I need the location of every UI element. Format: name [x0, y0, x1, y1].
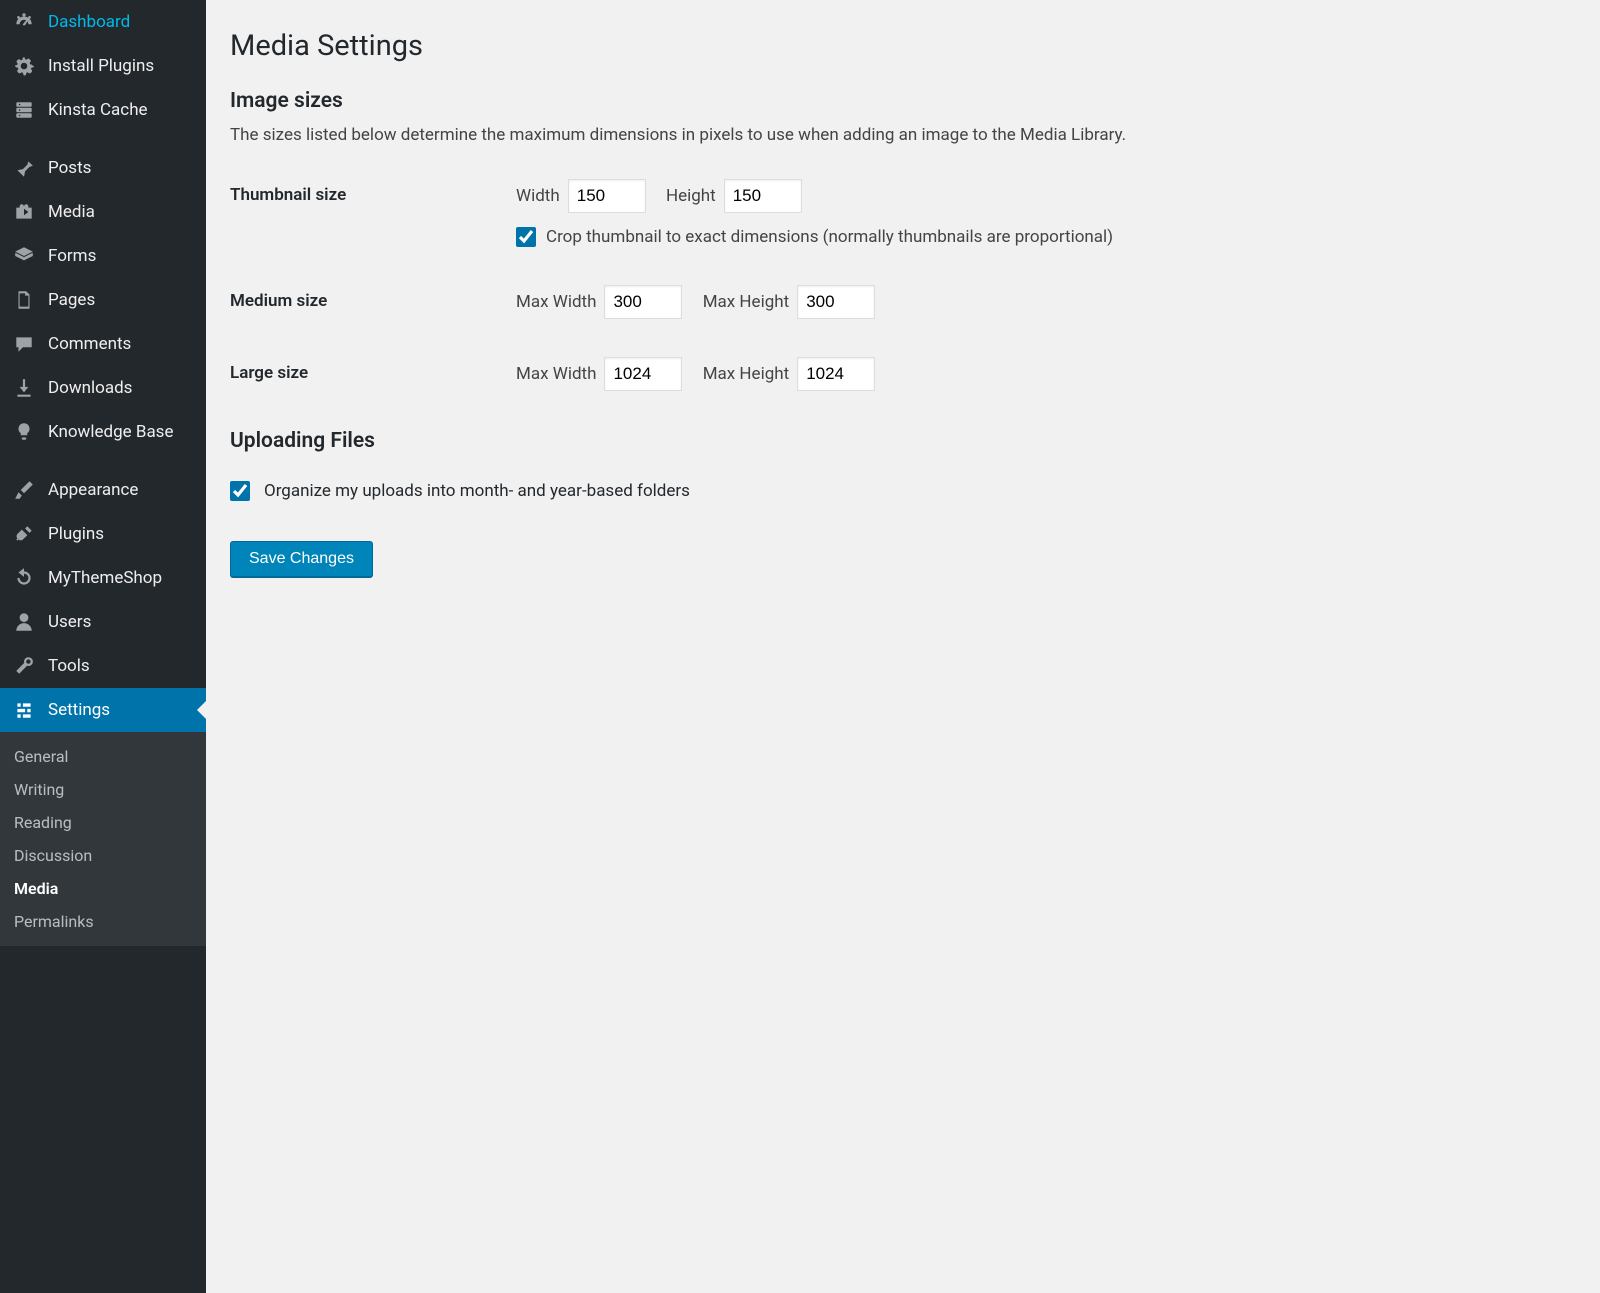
submenu-item-general[interactable]: General [0, 740, 206, 773]
sidebar-item-label: Tools [48, 656, 90, 676]
sidebar-item-label: Settings [48, 700, 110, 720]
sidebar-item-comments[interactable]: Comments [0, 322, 206, 366]
sidebar-item-media[interactable]: Media [0, 190, 206, 234]
large-label: Large size [230, 357, 516, 383]
sidebar-item-tools[interactable]: Tools [0, 644, 206, 688]
user-icon [12, 610, 36, 634]
uploading-heading: Uploading Files [230, 429, 1576, 453]
sidebar-item-forms[interactable]: Forms [0, 234, 206, 278]
wrench-icon [12, 654, 36, 678]
sidebar-item-label: Comments [48, 334, 131, 354]
sidebar-item-label: Posts [48, 158, 91, 178]
submenu-item-media[interactable]: Media [0, 872, 206, 905]
sidebar-item-label: Users [48, 612, 91, 632]
image-sizes-heading: Image sizes [230, 89, 1576, 113]
thumbnail-size-row: Thumbnail size Width Height Crop thumbna… [230, 179, 1576, 247]
dashboard-icon [12, 10, 36, 34]
sidebar-item-mythemeshop[interactable]: MyThemeShop [0, 556, 206, 600]
sidebar-item-label: Knowledge Base [48, 422, 173, 442]
thumbnail-crop-label[interactable]: Crop thumbnail to exact dimensions (norm… [546, 227, 1113, 247]
sidebar-item-label: Forms [48, 246, 96, 266]
submenu-item-discussion[interactable]: Discussion [0, 839, 206, 872]
medium-label: Medium size [230, 285, 516, 311]
media-icon [12, 200, 36, 224]
main-content: Media Settings Image sizes The sizes lis… [206, 0, 1600, 1293]
settings-submenu: GeneralWritingReadingDiscussionMediaPerm… [0, 732, 206, 946]
gear-icon [12, 54, 36, 78]
sidebar-item-label: MyThemeShop [48, 568, 162, 588]
submenu-item-reading[interactable]: Reading [0, 806, 206, 839]
refresh-icon [12, 566, 36, 590]
medium-maxheight-label: Max Height [703, 292, 790, 312]
thumbnail-crop-checkbox[interactable] [516, 227, 536, 247]
medium-maxheight-input[interactable] [797, 285, 875, 319]
sidebar-item-install-plugins[interactable]: Install Plugins [0, 44, 206, 88]
comment-icon [12, 332, 36, 356]
sidebar-item-label: Kinsta Cache [48, 100, 148, 120]
settings-icon [12, 698, 36, 722]
thumbnail-height-input[interactable] [724, 179, 802, 213]
thumbnail-width-input[interactable] [568, 179, 646, 213]
plug-icon [12, 522, 36, 546]
download-icon [12, 376, 36, 400]
medium-maxwidth-label: Max Width [516, 292, 596, 312]
sidebar-item-downloads[interactable]: Downloads [0, 366, 206, 410]
organize-uploads-label[interactable]: Organize my uploads into month- and year… [264, 481, 690, 501]
sidebar-item-label: Plugins [48, 524, 104, 544]
medium-maxwidth-input[interactable] [604, 285, 682, 319]
thumbnail-width-label: Width [516, 186, 560, 206]
large-size-row: Large size Max Width Max Height [230, 357, 1576, 391]
sidebar-item-label: Pages [48, 290, 95, 310]
sidebar-item-appearance[interactable]: Appearance [0, 468, 206, 512]
sidebar-item-users[interactable]: Users [0, 600, 206, 644]
page-icon [12, 288, 36, 312]
forms-icon [12, 244, 36, 268]
page-title: Media Settings [230, 20, 1576, 67]
sidebar-item-label: Install Plugins [48, 56, 154, 76]
sidebar-item-label: Dashboard [48, 12, 130, 32]
large-maxwidth-label: Max Width [516, 364, 596, 384]
sidebar-item-pages[interactable]: Pages [0, 278, 206, 322]
brush-icon [12, 478, 36, 502]
sidebar-item-kinsta-cache[interactable]: Kinsta Cache [0, 88, 206, 132]
thumbnail-label: Thumbnail size [230, 179, 516, 205]
large-maxheight-input[interactable] [797, 357, 875, 391]
submenu-item-permalinks[interactable]: Permalinks [0, 905, 206, 938]
sidebar-item-plugins[interactable]: Plugins [0, 512, 206, 556]
cache-icon [12, 98, 36, 122]
sidebar-item-knowledge-base[interactable]: Knowledge Base [0, 410, 206, 454]
sidebar-item-label: Appearance [48, 480, 138, 500]
sidebar-item-posts[interactable]: Posts [0, 146, 206, 190]
image-sizes-description: The sizes listed below determine the max… [230, 123, 1576, 149]
admin-sidebar: Dashboard Install Plugins Kinsta Cache Post… [0, 0, 206, 1293]
medium-size-row: Medium size Max Width Max Height [230, 285, 1576, 319]
sidebar-item-label: Media [48, 202, 95, 222]
large-maxwidth-input[interactable] [604, 357, 682, 391]
sidebar-item-settings[interactable]: Settings [0, 688, 206, 732]
sidebar-item-dashboard[interactable]: Dashboard [0, 0, 206, 44]
large-maxheight-label: Max Height [703, 364, 790, 384]
pin-icon [12, 156, 36, 180]
organize-uploads-checkbox[interactable] [230, 481, 250, 501]
save-button[interactable]: Save Changes [230, 541, 373, 577]
submenu-item-writing[interactable]: Writing [0, 773, 206, 806]
bulb-icon [12, 420, 36, 444]
sidebar-item-label: Downloads [48, 378, 132, 398]
thumbnail-height-label: Height [666, 186, 716, 206]
